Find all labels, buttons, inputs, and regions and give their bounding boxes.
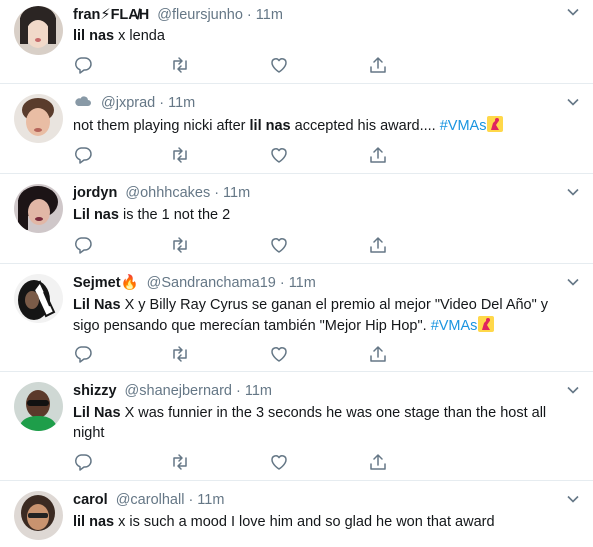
vma-moonman-icon [487,116,504,132]
tweet-text: not them playing nicki after lil nas acc… [73,115,578,136]
text-segment: accepted his award.... [290,118,440,134]
separator-dot: · [246,7,252,23]
reply-icon[interactable] [73,344,93,364]
user-handle[interactable]: @shanejbernard [125,383,232,399]
timestamp[interactable]: 11m [223,185,250,201]
avatar[interactable] [14,274,63,323]
timestamp[interactable]: 11m [245,383,272,399]
share-icon[interactable] [368,344,388,364]
timestamp[interactable]: 11m [289,275,316,291]
action-bar [73,235,393,255]
timestamp[interactable]: 11m [168,95,195,111]
user-handle[interactable]: @Sandranchama19 [147,275,276,291]
retweet-icon[interactable] [170,145,190,165]
chevron-down-icon[interactable] [566,275,580,289]
hashtag-link[interactable]: #VMAs [440,118,487,134]
chevron-down-icon[interactable] [566,492,580,506]
tweet-text: Lil nas is the 1 not the 2 [73,205,578,225]
share-icon[interactable] [368,55,388,75]
avatar[interactable] [14,184,63,233]
avatar[interactable] [14,382,63,431]
tweet-header: @jxprad · 11m [73,92,195,114]
text-segment: x lenda [114,28,165,44]
tweet[interactable]: shizzy @shanejbernard · 11m Lil Nas X was … [0,372,593,481]
tweet[interactable]: Sejmet🔥 @Sandranchama19 · 11m Lil Nas X y … [0,264,593,372]
text-segment: x is such a mood I love him and so glad … [114,514,495,530]
tweet-header: carol @carolhall · 11m [73,489,224,511]
chevron-down-icon[interactable] [566,95,580,109]
highlighted-term: Lil nas [73,207,119,223]
tweet-text: Lil Nas X was funnier in the 3 seconds h… [73,403,578,443]
retweet-icon[interactable] [170,344,190,364]
tweet[interactable]: carol @carolhall · 11m lil nas x is such a… [0,481,593,547]
chevron-down-icon[interactable] [566,185,580,199]
tweet[interactable]: @jxprad · 11m not them playing nicki after… [0,84,593,174]
action-bar [73,55,393,75]
heart-icon[interactable] [269,55,289,75]
separator-dot: · [235,383,241,399]
action-bar [73,145,393,165]
user-handle[interactable]: @fleursjunho [157,7,243,23]
avatar[interactable] [14,491,63,540]
display-name[interactable]: jordyn [73,185,117,201]
user-handle[interactable]: @jxprad [101,95,155,111]
heart-icon[interactable] [269,235,289,255]
text-segment: not them playing nicki after [73,118,250,134]
action-bar [73,344,393,364]
highlighted-term: lil nas [73,514,115,530]
display-name[interactable]: shizzy [73,383,117,399]
text-segment: X was funnier in the 3 seconds he was on… [73,405,547,441]
user-handle[interactable]: @carolhall [116,492,185,508]
chevron-down-icon[interactable] [566,383,580,397]
reply-icon[interactable] [73,55,93,75]
retweet-icon[interactable] [170,235,190,255]
highlighted-term: Lil Nas [73,297,121,313]
cloud-icon [75,96,91,106]
timestamp[interactable]: 11m [256,7,283,23]
reply-icon[interactable] [73,145,93,165]
reply-icon[interactable] [73,235,93,255]
tweet-header: shizzy @shanejbernard · 11m [73,380,272,402]
highlighted-term: lil nas [73,28,115,44]
share-icon[interactable] [368,235,388,255]
tweet-text: lil nas x lenda [73,26,578,46]
hashtag-link[interactable]: #VMAs [431,318,478,334]
vma-moonman-icon [478,316,495,332]
avatar[interactable] [14,6,63,55]
highlighted-term: Lil Nas [73,405,121,421]
retweet-icon[interactable] [170,452,190,472]
tweet[interactable]: jordyn @ohhhcakes · 11m Lil nas is the 1 n… [0,174,593,264]
display-name[interactable]: fran⚡FLA̸H [73,7,149,23]
separator-dot: · [214,185,220,201]
tweet-header: fran⚡FLA̸H @fleursjunho · 11m [73,4,283,26]
text-segment: is the 1 not the 2 [118,207,231,223]
tweet-text: Lil Nas X y Billy Ray Cyrus se ganan el … [73,295,578,336]
share-icon[interactable] [368,452,388,472]
tweet-header: jordyn @ohhhcakes · 11m [73,182,250,204]
separator-dot: · [188,492,194,508]
action-bar [73,452,393,472]
display-name[interactable]: carol [73,492,108,508]
separator-dot: · [279,275,285,291]
tweet-feed: fran⚡FLA̸H @fleursjunho · 11m lil nas x le… [0,0,593,547]
retweet-icon[interactable] [170,55,190,75]
chevron-down-icon[interactable] [566,5,580,19]
separator-dot: · [159,95,165,111]
display-name[interactable]: Sejmet🔥 [73,275,139,291]
heart-icon[interactable] [269,452,289,472]
heart-icon[interactable] [269,344,289,364]
avatar[interactable] [14,94,63,143]
tweet-header: Sejmet🔥 @Sandranchama19 · 11m [73,272,316,294]
heart-icon[interactable] [269,145,289,165]
highlighted-term: lil nas [249,118,291,134]
user-handle[interactable]: @ohhhcakes [125,185,210,201]
share-icon[interactable] [368,145,388,165]
tweet[interactable]: fran⚡FLA̸H @fleursjunho · 11m lil nas x le… [0,0,593,84]
reply-icon[interactable] [73,452,93,472]
tweet-text: lil nas x is such a mood I love him and … [73,512,578,532]
timestamp[interactable]: 11m [197,492,224,508]
